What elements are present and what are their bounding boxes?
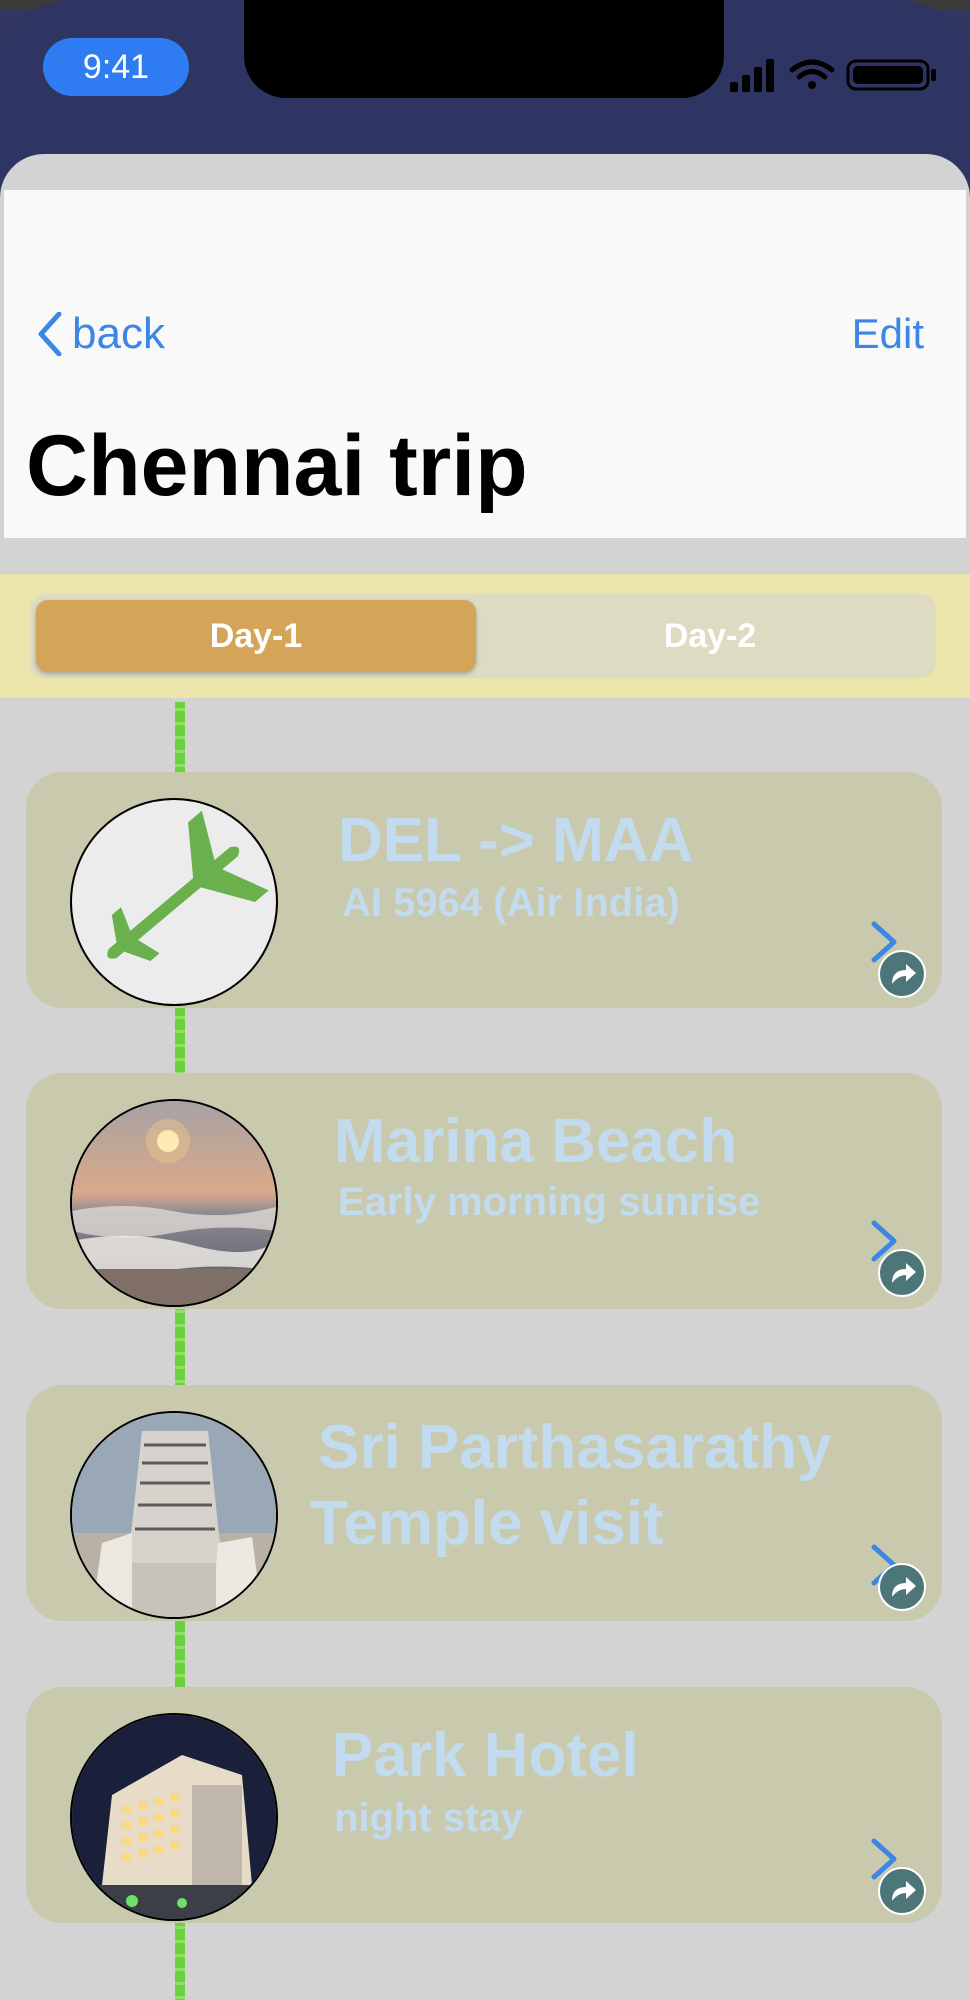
airplane-icon — [70, 798, 278, 1006]
navigation-bar: back Edit Chennai trip — [4, 190, 966, 538]
day-selector-band: Day-1 Day-2 — [0, 574, 970, 698]
temple-photo — [70, 1411, 278, 1619]
beach-sunrise-photo — [70, 1099, 278, 1307]
status-time: 9:41 — [43, 38, 189, 96]
page-title: Chennai trip — [26, 418, 528, 514]
card-title: Marina Beach — [334, 1107, 738, 1176]
back-label: back — [72, 309, 165, 358]
card-subtitle: Early morning sunrise — [338, 1180, 761, 1224]
phone-frame: 9:41 back Edit Chennai trip Day-1 Day-2 … — [0, 0, 970, 2000]
status-icons — [730, 59, 936, 92]
edit-button[interactable]: Edit — [852, 304, 924, 364]
card-title-line-2: Temple visit — [310, 1489, 664, 1558]
back-button[interactable]: back — [38, 304, 165, 364]
battery-icon — [846, 59, 936, 91]
share-icon[interactable] — [878, 1563, 926, 1611]
signal-icon — [730, 59, 774, 92]
notch — [244, 0, 724, 98]
card-title: DEL -> MAA — [338, 806, 694, 875]
segment-day-2[interactable]: Day-2 — [490, 600, 930, 672]
segment-day-1[interactable]: Day-1 — [36, 600, 476, 672]
card-subtitle: AI 5964 (Air India) — [342, 881, 680, 925]
itinerary-card-hotel[interactable]: Park Hotel night stay — [26, 1687, 942, 1923]
hotel-photo — [70, 1713, 278, 1921]
share-icon[interactable] — [878, 950, 926, 998]
wifi-icon — [789, 59, 835, 89]
card-subtitle: night stay — [334, 1796, 523, 1840]
itinerary-card-flight[interactable]: DEL -> MAA AI 5964 (Air India) — [26, 772, 942, 1008]
day-segmented-control: Day-1 Day-2 — [30, 594, 936, 678]
itinerary-card-temple[interactable]: Sri Parthasarathy Temple visit — [26, 1385, 942, 1621]
card-title: Sri Parthasarathy — [318, 1413, 832, 1482]
share-icon[interactable] — [878, 1867, 926, 1915]
share-icon[interactable] — [878, 1249, 926, 1297]
itinerary-card-beach[interactable]: Marina Beach Early morning sunrise — [26, 1073, 942, 1309]
chevron-left-icon — [38, 312, 62, 356]
card-title: Park Hotel — [332, 1721, 639, 1790]
